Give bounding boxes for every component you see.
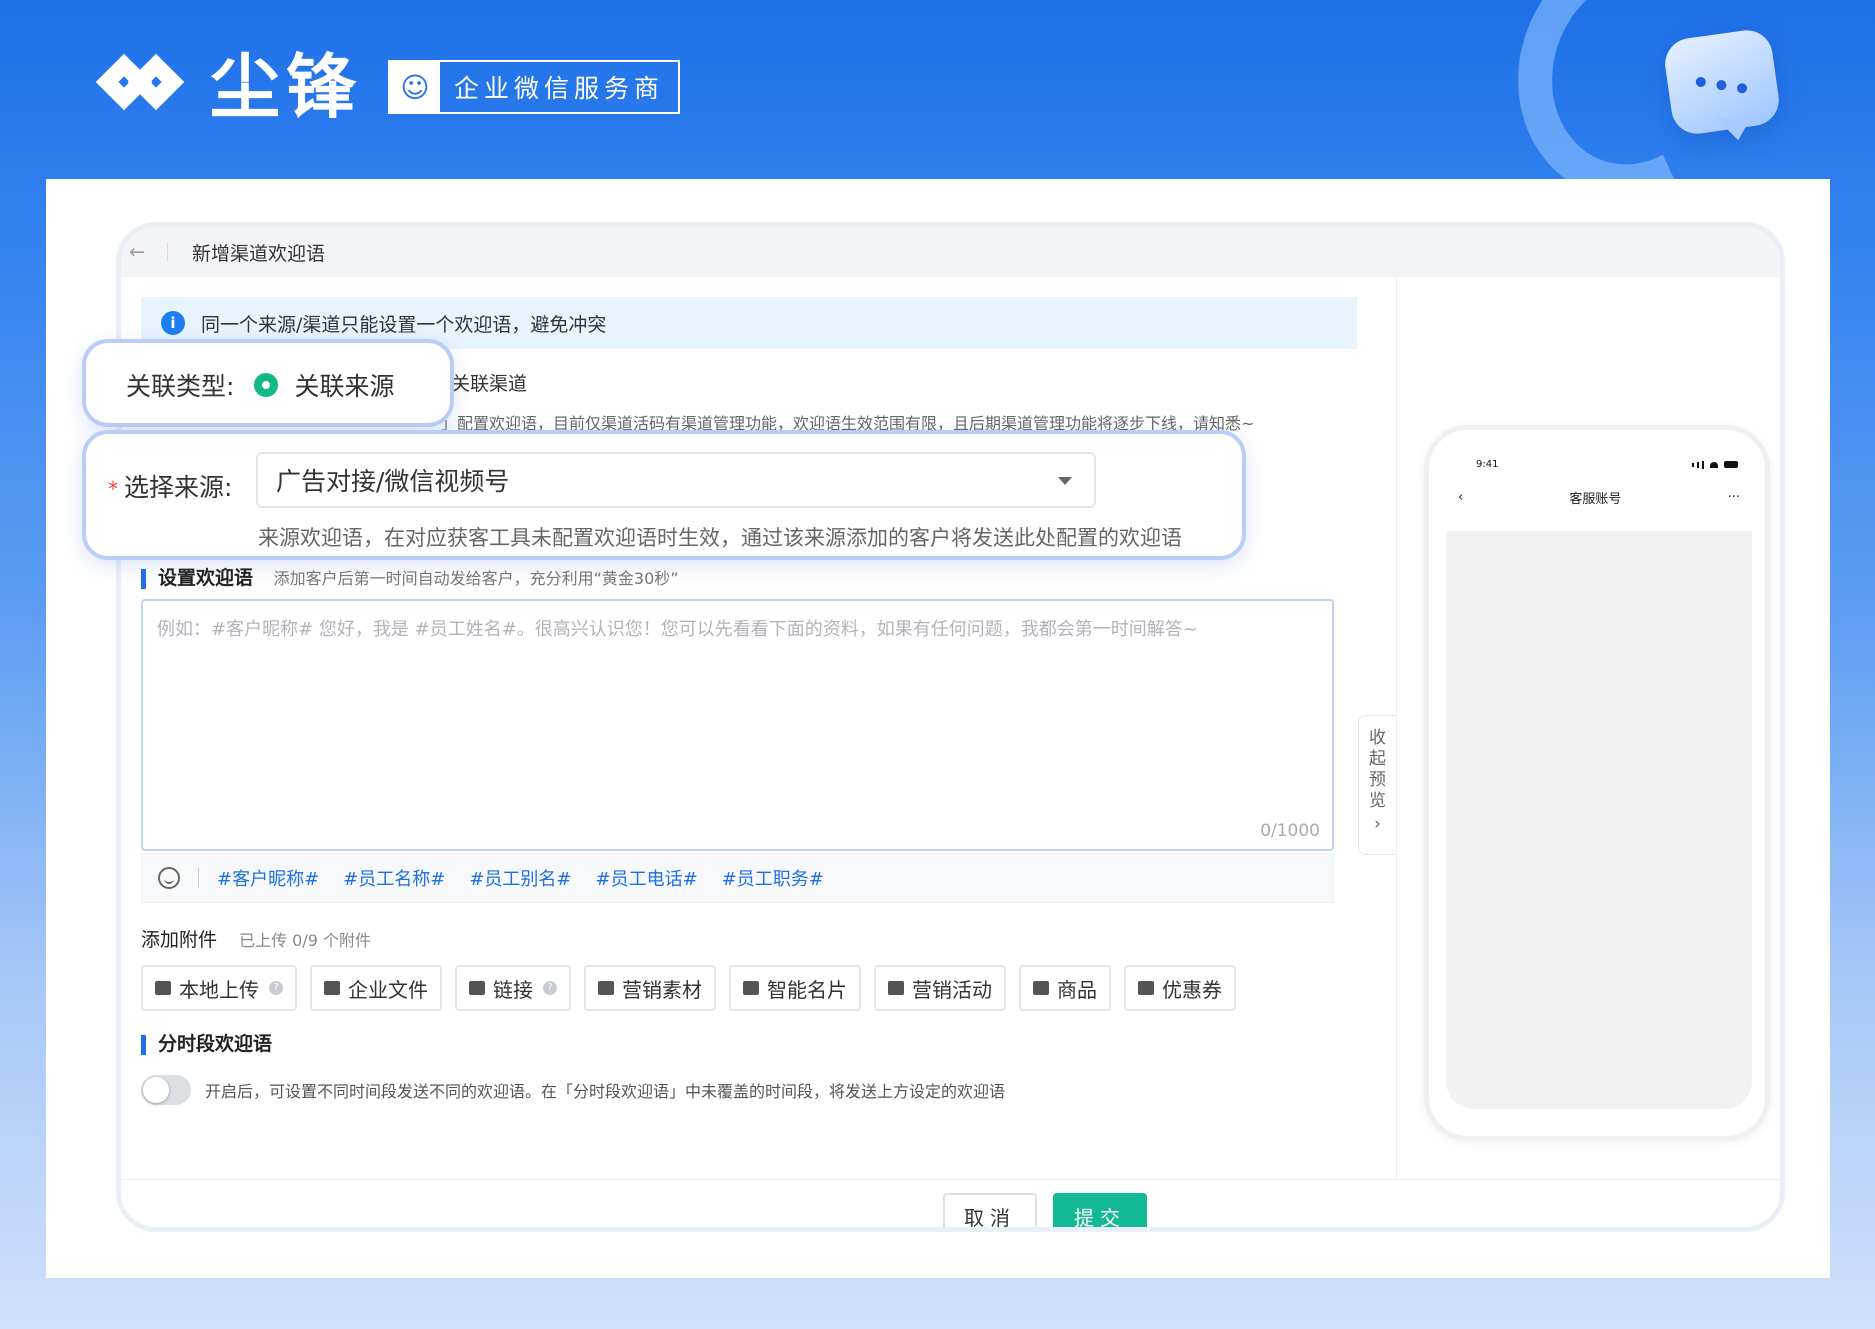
- cancel-button[interactable]: 取消: [943, 1193, 1037, 1227]
- tag-employee-alias[interactable]: #员工别名#: [469, 865, 571, 891]
- ticket-icon: [1138, 981, 1154, 995]
- smart-card-button[interactable]: 智能名片: [729, 965, 861, 1011]
- tag-customer-nickname[interactable]: #客户昵称#: [217, 865, 319, 891]
- local-upload-button[interactable]: 本地上传?: [141, 965, 297, 1011]
- phone-preview: 9:41 ‹ 客服账号 ···: [1424, 425, 1770, 1141]
- footer-divider: [121, 1179, 1780, 1180]
- tag-employee-name[interactable]: #员工名称#: [343, 865, 445, 891]
- coupon-label: 优惠券: [1162, 977, 1222, 1002]
- notice-text: 同一个来源/渠道只能设置一个欢迎语，避免冲突: [201, 313, 607, 336]
- product-button[interactable]: 商品: [1019, 965, 1111, 1011]
- help-icon: ?: [269, 981, 283, 995]
- radio-source-label: 关联来源: [294, 372, 395, 401]
- marketing-activity-label: 营销活动: [912, 977, 992, 1002]
- marketing-activity-button[interactable]: 营销活动: [874, 965, 1006, 1011]
- help-icon: ?: [543, 981, 557, 995]
- attachments-count: 已上传 0/9 个附件: [239, 931, 371, 950]
- timed-description: 开启后，可设置不同时间段发送不同的欢迎语。在「分时段欢迎语」中未覆盖的时间段，将…: [205, 1082, 1006, 1101]
- source-select-callout: * 选择来源: 广告对接/微信视频号 来源欢迎语，在对应获客工具未配置欢迎语时生效…: [82, 430, 1246, 560]
- smart-card-label: 智能名片: [767, 977, 847, 1002]
- chevron-right-icon: ›: [1374, 814, 1381, 834]
- emoji-icon[interactable]: [158, 867, 180, 889]
- submit-button[interactable]: 提交: [1053, 1193, 1147, 1227]
- brand-name: 尘锋: [210, 46, 362, 128]
- page-title: 新增渠道欢迎语: [192, 242, 326, 265]
- timed-toggle-row: 开启后，可设置不同时间段发送不同的欢迎语。在「分时段欢迎语」中未覆盖的时间段，将…: [141, 1075, 1005, 1105]
- relation-type-callout: 关联类型: 关联来源: [82, 339, 454, 427]
- radio-selected-icon: [254, 373, 279, 397]
- more-icon[interactable]: ···: [1728, 490, 1740, 505]
- welcome-textarea[interactable]: 例如：#客户昵称# 您好，我是 #员工姓名#。很高兴认识您！您可以先看看下面的资…: [141, 599, 1334, 851]
- toolbar-divider: [198, 868, 199, 888]
- source-select-value: 广告对接/微信视频号: [276, 467, 510, 496]
- attachments-header: 添加附件 已上传 0/9 个附件: [141, 925, 371, 952]
- section-marker: [141, 1034, 146, 1055]
- status-bar: 9:41: [1446, 447, 1752, 470]
- link-label: 链接: [493, 977, 533, 1002]
- product-label: 商品: [1057, 977, 1097, 1002]
- relation-type-label: 关联类型:: [126, 372, 235, 401]
- wecom-badge-text: 企业微信服务商: [454, 74, 665, 103]
- bag-icon: [1033, 981, 1049, 995]
- radio-channel-label: 关联渠道: [451, 373, 528, 395]
- coupon-button[interactable]: 优惠券: [1124, 965, 1236, 1011]
- radio-channel[interactable]: 关联渠道: [451, 369, 527, 396]
- radio-source[interactable]: 关联来源: [254, 367, 394, 403]
- wecom-badge: ☺ 企业微信服务商: [388, 60, 681, 114]
- window-titlebar: ← 新增渠道欢迎语: [121, 227, 1780, 277]
- cloud-upload-icon: [155, 981, 171, 995]
- signal-wifi-battery-icon: [1692, 460, 1738, 469]
- timed-section-header: 分时段欢迎语: [141, 1029, 272, 1056]
- briefcase-icon: [598, 981, 614, 995]
- company-files-button[interactable]: 企业文件: [310, 965, 442, 1011]
- welcome-section-subtitle: 添加客户后第一时间自动发给客户，充分利用“黄金30秒”: [273, 569, 679, 588]
- wecom-icon: ☺: [390, 62, 440, 112]
- relation-type-row: 关联类型: 关联来源: [126, 367, 394, 403]
- welcome-placeholder: 例如：#客户昵称# 您好，我是 #员工姓名#。很高兴认识您！您可以先看看下面的资…: [157, 619, 1198, 640]
- tag-employee-title[interactable]: #员工职务#: [722, 865, 824, 891]
- collapse-preview-button[interactable]: 收起预览 ›: [1358, 715, 1396, 855]
- chevron-down-icon: [1058, 477, 1072, 492]
- chat-bubble-icon: [1661, 26, 1783, 138]
- link-icon: [469, 981, 485, 995]
- marketing-material-button[interactable]: 营销素材: [584, 965, 716, 1011]
- timed-welcome-toggle[interactable]: [141, 1075, 191, 1105]
- card-icon: [743, 981, 759, 995]
- gift-icon: [888, 981, 904, 995]
- chevron-left-icon[interactable]: ‹: [1458, 490, 1463, 505]
- marketing-material-label: 营销素材: [622, 977, 702, 1002]
- attachment-buttons: 本地上传? 企业文件 链接? 营销素材 智能名片 营销活动 商品 优惠券: [141, 965, 1249, 1011]
- welcome-section-header: 设置欢迎语 添加客户后第一时间自动发给客户，充分利用“黄金30秒”: [141, 563, 679, 590]
- brand-mark-icon: [95, 52, 196, 122]
- company-files-label: 企业文件: [348, 977, 428, 1002]
- collapse-preview-label: 收起预览: [1369, 728, 1386, 811]
- source-label-row: * 选择来源:: [108, 468, 232, 504]
- info-icon: i: [161, 311, 185, 335]
- attachments-title: 添加附件: [141, 929, 218, 951]
- variable-toolbar: #客户昵称# #员工名称# #员工别名# #员工电话# #员工职务#: [141, 853, 1334, 903]
- source-label: 选择来源:: [124, 473, 233, 502]
- title-divider: [167, 242, 168, 262]
- status-time: 9:41: [1476, 459, 1499, 470]
- local-upload-label: 本地上传: [179, 977, 259, 1002]
- phone-navbar: ‹ 客服账号 ···: [1446, 470, 1752, 507]
- tag-employee-phone[interactable]: #员工电话#: [596, 865, 698, 891]
- phone-header: 9:41 ‹ 客服账号 ···: [1446, 447, 1752, 531]
- folder-icon: [324, 981, 340, 995]
- preview-divider: [1396, 277, 1397, 1179]
- link-button[interactable]: 链接?: [455, 965, 571, 1011]
- timed-section-title: 分时段欢迎语: [158, 1033, 273, 1055]
- phone-screen: 9:41 ‹ 客服账号 ···: [1446, 447, 1752, 1109]
- brand-logo: 尘锋 ☺ 企业微信服务商: [95, 46, 681, 128]
- source-hint: 来源欢迎语，在对应获客工具未配置欢迎语时生效，通过该来源添加的客户将发送此处配置…: [258, 526, 1182, 550]
- chat-account-name: 客服账号: [1569, 492, 1622, 507]
- source-select[interactable]: 广告对接/微信视频号: [256, 452, 1096, 508]
- welcome-section-title: 设置欢迎语: [158, 567, 254, 589]
- back-button[interactable]: ←: [121, 241, 167, 263]
- section-marker: [141, 568, 146, 589]
- char-counter: 0/1000: [1260, 821, 1320, 841]
- required-mark: *: [108, 477, 118, 501]
